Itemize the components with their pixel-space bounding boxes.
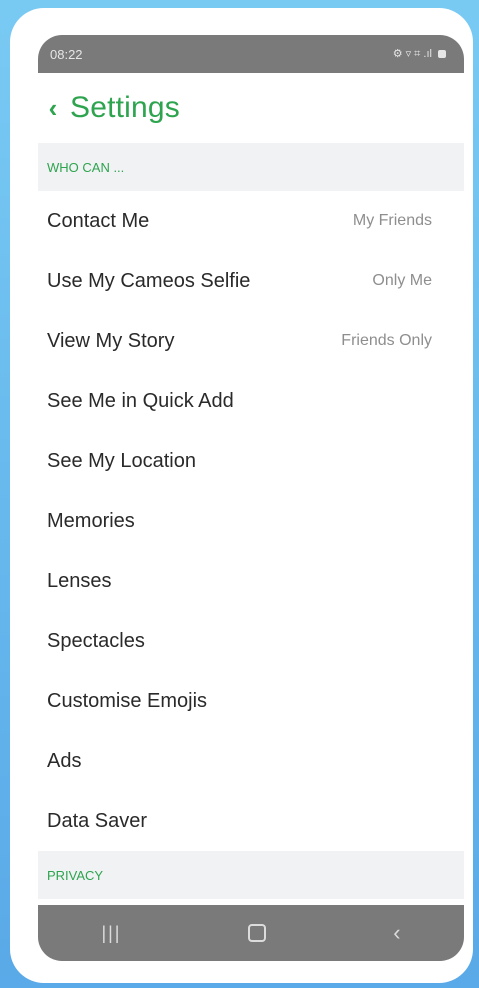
row-value: My Friends <box>352 212 432 229</box>
back-icon[interactable]: ‹ <box>393 920 400 946</box>
row-label: Spectacles <box>47 629 145 652</box>
row-label: See Me in Quick Add <box>47 389 234 412</box>
settings-row-cameos-selfie[interactable]: Use My Cameos Selfie Only Me <box>38 251 464 311</box>
status-icons: ⚙ ▿ ⌗ .ıl <box>393 47 446 61</box>
status-time: 08:22 <box>50 46 83 62</box>
status-bar: 08:22 ⚙ ▿ ⌗ .ıl <box>38 35 464 73</box>
settings-row-see-my-location[interactable]: See My Location <box>38 431 464 491</box>
recent-apps-icon[interactable]: ||| <box>101 923 121 944</box>
row-value: Only Me <box>372 272 432 289</box>
android-nav-bar: ||| ‹ <box>38 905 464 961</box>
row-value: Friends Only <box>341 332 432 349</box>
settings-row-view-my-story[interactable]: View My Story Friends Only <box>38 311 464 371</box>
phone-screen: 08:22 ⚙ ▿ ⌗ .ıl ‹ Settings WHO CAN ... C… <box>38 35 464 961</box>
settings-header: ‹ Settings <box>38 73 464 143</box>
settings-row-data-saver[interactable]: Data Saver <box>38 791 464 851</box>
settings-row-lenses[interactable]: Lenses <box>38 551 464 611</box>
back-arrow-icon[interactable]: ‹ <box>42 95 64 121</box>
settings-row-memories[interactable]: Memories <box>38 491 464 551</box>
settings-row-quick-add[interactable]: See Me in Quick Add <box>38 371 464 431</box>
section-header-privacy: PRIVACY <box>38 851 464 899</box>
settings-row-customise-emojis[interactable]: Customise Emojis <box>38 671 464 731</box>
page-title: Settings <box>70 91 180 124</box>
settings-row-spectacles[interactable]: Spectacles <box>38 611 464 671</box>
home-icon[interactable] <box>248 924 267 942</box>
row-label: Use My Cameos Selfie <box>47 269 251 292</box>
battery-icon <box>438 50 446 58</box>
row-label: Data Saver <box>47 809 148 832</box>
row-label: See My Location <box>47 449 196 472</box>
row-label: Lenses <box>47 569 112 592</box>
section-header-who-can: WHO CAN ... <box>38 143 464 191</box>
row-label: Customise Emojis <box>47 689 208 712</box>
row-label: Memories <box>47 509 135 532</box>
settings-row-ads[interactable]: Ads <box>38 731 464 791</box>
row-label: View My Story <box>47 329 175 352</box>
status-icons-glyphs: ⚙ ▿ ⌗ .ıl <box>392 48 432 60</box>
row-label: Contact Me <box>47 209 150 232</box>
row-label: Ads <box>47 749 82 772</box>
settings-row-contact-me[interactable]: Contact Me My Friends <box>38 191 464 251</box>
